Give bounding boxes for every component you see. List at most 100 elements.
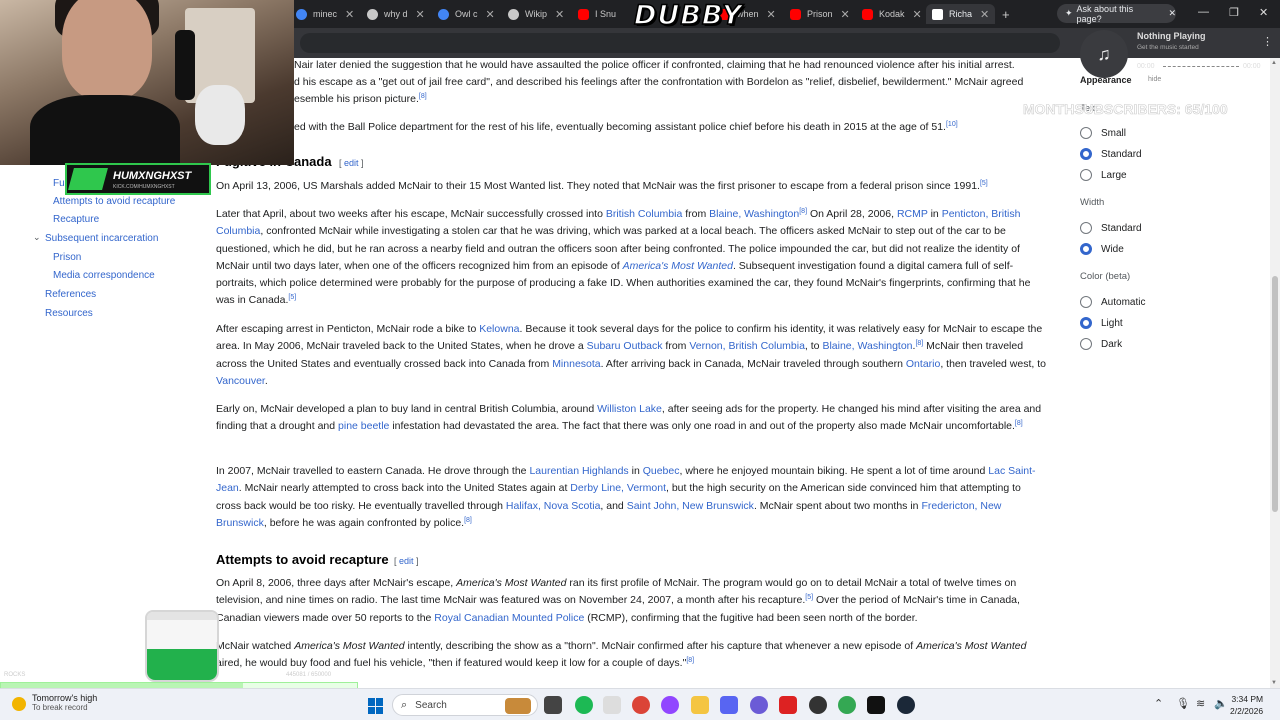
reference[interactable]: [5] [980, 180, 988, 187]
article-link[interactable]: America's Most Wanted [623, 260, 733, 272]
article-link[interactable]: RCMP [897, 208, 928, 220]
article-link[interactable]: Laurentian Highlands [529, 465, 628, 477]
radio-button[interactable] [1080, 296, 1092, 308]
article-link[interactable]: Royal Canadian Mounted Police [434, 612, 584, 624]
radio-button[interactable] [1080, 148, 1092, 160]
close-tab-icon[interactable]: ✕ [913, 8, 922, 21]
close-tab-icon[interactable]: ✕ [416, 8, 425, 21]
radio-width-wide[interactable]: Wide [1080, 243, 1124, 255]
reference[interactable]: [8] [1015, 420, 1023, 427]
minimize-icon[interactable]: — [1198, 6, 1209, 18]
omnibox[interactable] [300, 33, 1060, 53]
weather-widget[interactable]: Tomorrow's high To break record [12, 693, 97, 712]
tray-chevron-icon[interactable]: ⌃ [1154, 697, 1163, 710]
new-tab-button[interactable]: + [1002, 4, 1010, 24]
browser-tab[interactable]: Kodak ✕ [862, 4, 922, 24]
close-icon[interactable]: ✕ [1168, 8, 1176, 19]
browser-tab[interactable]: Owl c ✕ [438, 4, 495, 24]
radio-color-automatic[interactable]: Automatic [1080, 296, 1145, 308]
toc-item-attempts[interactable]: Attempts to avoid recapture [53, 196, 175, 207]
article-link[interactable]: Derby Line, Vermont [570, 482, 666, 494]
chrome-icon[interactable] [838, 696, 856, 714]
article-link[interactable]: Ontario [906, 358, 940, 370]
wifi-icon[interactable]: ≋ [1196, 697, 1205, 710]
toc-item-references[interactable]: References [45, 289, 96, 300]
page-scrollbar[interactable]: ▲ ▼ [1270, 58, 1280, 688]
reference[interactable]: [5] [805, 594, 813, 601]
toc-item-media[interactable]: Media correspondence [53, 270, 155, 281]
article-link[interactable]: Halifax, Nova Scotia [506, 500, 601, 512]
scroll-down-icon[interactable]: ▼ [1271, 680, 1277, 686]
close-tab-icon[interactable]: ✕ [486, 8, 495, 21]
close-tab-icon[interactable]: ✕ [767, 8, 776, 21]
discord-icon[interactable] [720, 696, 738, 714]
article-link[interactable]: Blaine, Washington [709, 208, 799, 220]
ask-about-page-button[interactable]: ✦ Ask about this page? ✕ [1057, 4, 1176, 24]
radio-color-light[interactable]: Light [1080, 317, 1123, 329]
article-link[interactable]: Kelowna [479, 323, 519, 335]
file-explorer-icon[interactable] [691, 696, 709, 714]
edit-link[interactable]: [ edit ] [394, 556, 419, 566]
toc-item-prison[interactable]: Prison [53, 252, 81, 263]
radio-button[interactable] [1080, 243, 1092, 255]
twitch-icon[interactable] [661, 696, 679, 714]
close-tab-icon[interactable]: ✕ [980, 8, 989, 21]
toc-item[interactable]: Fu [53, 178, 65, 189]
article-link[interactable]: Minnesota [552, 358, 600, 370]
taskbar-search[interactable]: ⌕ Search [392, 694, 538, 716]
article-link[interactable]: Saint John, New Brunswick [627, 500, 754, 512]
browser-tab-active[interactable]: Richa ✕ [926, 4, 996, 24]
radio-text-small[interactable]: Small [1080, 127, 1126, 139]
toc-item-subsequent[interactable]: Subsequent incarceration [45, 233, 158, 244]
scroll-thumb[interactable] [1272, 276, 1278, 512]
toc-item-resources[interactable]: Resources [45, 308, 93, 319]
radio-button[interactable] [1080, 169, 1092, 181]
article-link[interactable]: Williston Lake [597, 403, 662, 415]
browser-tab[interactable]: minec ✕ [296, 4, 354, 24]
article-link[interactable]: Blaine, Washington [822, 340, 912, 352]
article-link[interactable]: British Columbia [606, 208, 682, 220]
radio-button[interactable] [1080, 317, 1092, 329]
reference[interactable]: [8] [464, 517, 472, 524]
radio-width-standard[interactable]: Standard [1080, 222, 1142, 234]
windows-start-icon[interactable] [368, 698, 384, 714]
radio-text-standard[interactable]: Standard [1080, 148, 1142, 160]
edit-link[interactable]: [ edit ] [339, 158, 364, 168]
app-icon[interactable] [867, 696, 885, 714]
article-link[interactable]: Vancouver [216, 375, 265, 387]
radio-button[interactable] [1080, 127, 1092, 139]
browser-tab[interactable]: I Snu [578, 4, 616, 24]
reference[interactable]: [8] [419, 93, 427, 100]
app-icon[interactable] [779, 696, 797, 714]
taskbar-clock[interactable]: 3:34 PM 2/2/2026 [1230, 693, 1263, 717]
browser-tab[interactable]: why d ✕ [367, 4, 425, 24]
task-view-icon[interactable] [544, 696, 562, 714]
microphone-icon[interactable]: 🎙 [1176, 697, 1190, 710]
close-tab-icon[interactable]: ✕ [345, 8, 354, 21]
close-window-icon[interactable]: ✕ [1259, 6, 1268, 19]
browser-tab[interactable]: Wikip ✕ [508, 4, 564, 24]
radio-button[interactable] [1080, 222, 1092, 234]
volume-icon[interactable]: 🔈 [1214, 697, 1228, 710]
reference[interactable]: [8] [686, 657, 694, 664]
chrome-icon[interactable] [632, 696, 650, 714]
radio-text-large[interactable]: Large [1080, 169, 1127, 181]
article-link[interactable]: Quebec [643, 465, 680, 477]
browser-tab[interactable]: Prison ✕ [790, 4, 850, 24]
close-tab-icon[interactable]: ✕ [555, 8, 564, 21]
reference[interactable]: [8] [799, 208, 807, 215]
article-link[interactable]: Subaru Outback [587, 340, 663, 352]
toc-item-recapture[interactable]: Recapture [53, 214, 99, 225]
article-link[interactable]: Vernon, British Columbia [689, 340, 805, 352]
radio-color-dark[interactable]: Dark [1080, 338, 1122, 350]
reference[interactable]: [10] [946, 121, 958, 128]
music-app-icon[interactable] [603, 696, 621, 714]
restore-icon[interactable]: ❐ [1229, 6, 1239, 19]
app-icon[interactable] [809, 696, 827, 714]
steam-icon[interactable] [897, 696, 915, 714]
article-link[interactable]: pine beetle [338, 420, 389, 432]
radio-button[interactable] [1080, 338, 1092, 350]
close-tab-icon[interactable]: ✕ [841, 8, 850, 21]
app-icon[interactable] [750, 696, 768, 714]
reference[interactable]: [5] [288, 294, 296, 301]
